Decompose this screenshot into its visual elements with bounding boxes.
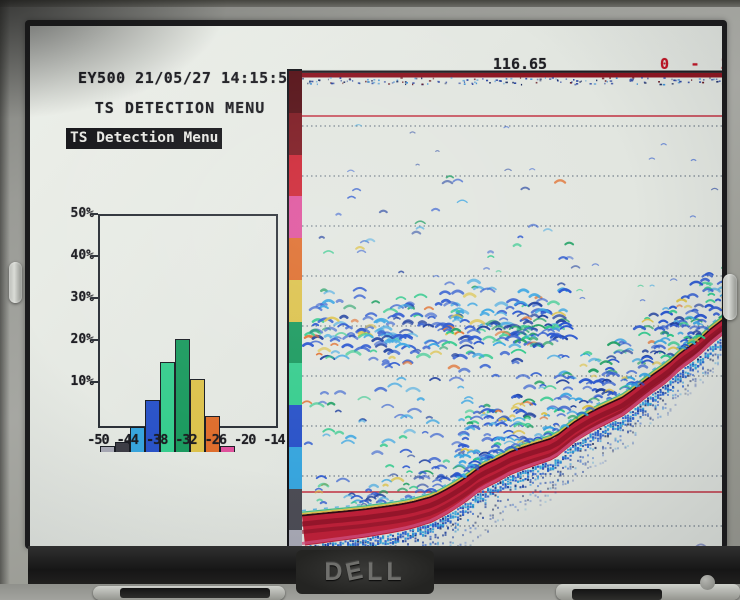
echogram-canvas <box>302 69 722 546</box>
colorbar-segment <box>289 363 302 405</box>
histogram-xtick-label: -32 <box>175 432 196 448</box>
colorbar-segment <box>289 322 302 364</box>
histogram-ytick-label: 20% <box>64 332 94 347</box>
histogram-xtick-label: -44 <box>117 432 138 448</box>
histogram-ytick <box>91 213 98 215</box>
dell-logo-letter: L <box>367 558 386 586</box>
laptop-left-edge <box>0 0 10 600</box>
histogram-xtick-label: -14 <box>263 432 284 448</box>
menu-item-ts-detection[interactable]: TS Detection Menu <box>66 128 222 149</box>
histogram-ytick <box>91 339 98 341</box>
dell-logo-letter: L <box>386 558 405 586</box>
histogram-xtick-label: -20 <box>234 432 255 448</box>
ts-histogram: 50% 40% 30% 20% 10% -50 -44 -38 -32 -26 -20 -14 <box>60 202 295 452</box>
histogram-xtick-label: -50 <box>87 432 108 448</box>
colorbar-segment <box>289 71 302 113</box>
dell-logo: DELL <box>324 558 405 587</box>
histogram-xtick-label: -26 <box>205 432 226 448</box>
colorbar-segment <box>289 238 302 280</box>
histogram-ytick-label: 10% <box>64 374 94 389</box>
histogram-ytick-label: 30% <box>64 290 94 305</box>
histogram-ytick-label: 40% <box>64 248 94 263</box>
hinge-slot-left <box>120 588 270 598</box>
histogram-ytick <box>91 255 98 257</box>
colorbar-segment <box>289 447 302 489</box>
dell-logo-letter: E <box>343 555 369 588</box>
hinge-screw <box>700 575 715 590</box>
histogram-ytick <box>91 297 98 299</box>
dell-hinge: DELL <box>296 550 434 594</box>
bezel-latch-right <box>723 274 737 320</box>
colorbar-segment <box>289 113 302 155</box>
photo-shadow <box>0 0 230 120</box>
colorbar-segment <box>289 530 302 546</box>
colorbar-segment <box>289 155 302 197</box>
colorbar-segment <box>289 280 302 322</box>
hinge-slot-right <box>572 589 662 600</box>
bezel-latch-left <box>9 262 22 303</box>
histogram-ytick-label: 50% <box>64 206 94 221</box>
colorbar-segment <box>289 405 302 447</box>
colorbar-segment <box>289 489 302 531</box>
colorbar-segment <box>289 196 302 238</box>
histogram-xtick-label: -38 <box>146 432 167 448</box>
histogram-ytick <box>91 381 98 383</box>
laptop-photo: EY500 21/05/27 14:15:53 TS DETECTION MEN… <box>0 0 740 600</box>
